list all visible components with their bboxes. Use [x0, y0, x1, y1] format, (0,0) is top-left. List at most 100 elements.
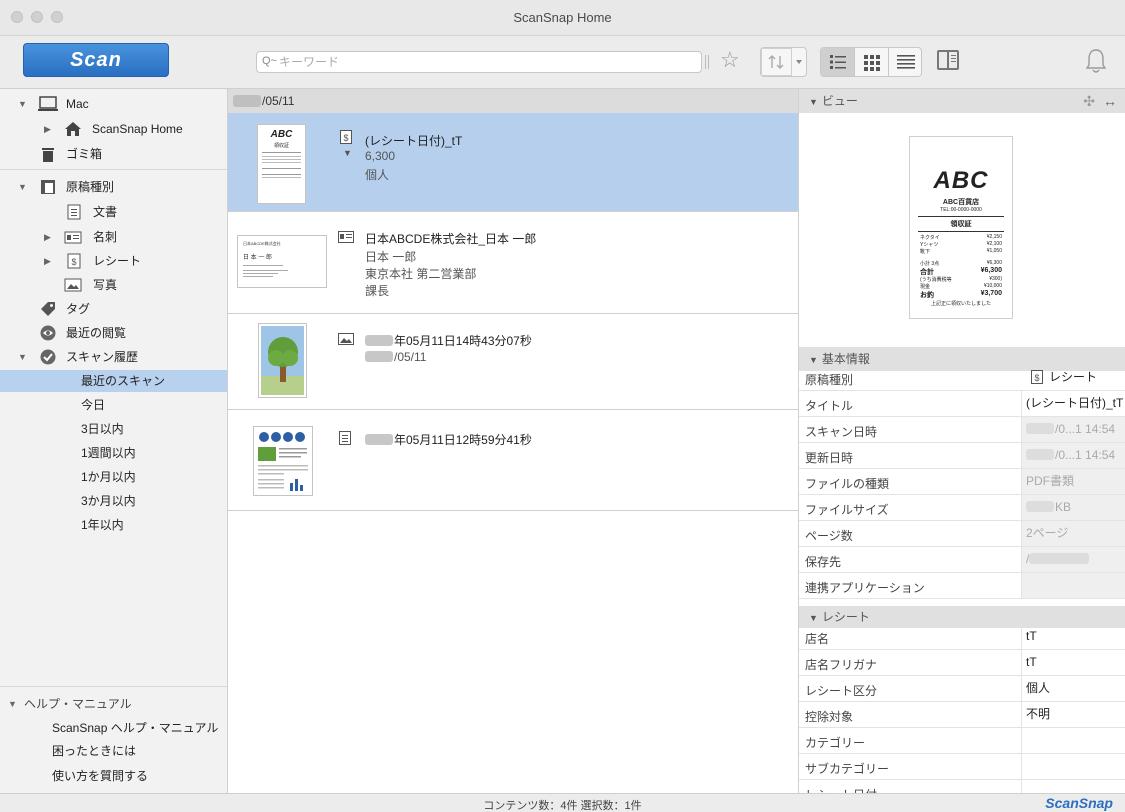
store-name-value[interactable]: tT	[1021, 624, 1125, 649]
help-link-troubleshooting[interactable]: 困ったときには	[0, 740, 227, 762]
sidebar-item-within-3-months[interactable]: 3か月以内	[0, 490, 227, 512]
sidebar-item-label: 名刺	[93, 230, 118, 244]
disclosure-open-icon[interactable]: ▼	[809, 613, 818, 623]
property-label: ファイルの種類	[805, 477, 890, 491]
property-row-linked-app: 連携アプリケーション	[799, 573, 1125, 599]
sidebar-item-label: 写真	[93, 278, 118, 292]
disclosure-closed-icon[interactable]: ▶	[44, 118, 51, 140]
search-input[interactable]	[279, 54, 689, 70]
preview-total: 合計 ¥6,300	[920, 267, 1002, 276]
list-view-icon	[830, 55, 846, 69]
sidebar-item-recently-viewed[interactable]: 最近の閲覧	[0, 322, 227, 344]
recent-view-icon	[40, 325, 56, 341]
property-row-category: カテゴリー	[799, 728, 1125, 754]
disclosure-closed-icon[interactable]: ▶	[44, 250, 51, 272]
sidebar-item-business-cards[interactable]: ▶ 名刺	[0, 226, 227, 248]
receipt-preview[interactable]: ABC ABC百貨店 TEL:00-0000-0000 領収証 ネクタイ ¥2,1…	[909, 136, 1013, 319]
sidebar-item-tags[interactable]: タグ	[0, 298, 227, 320]
search-box[interactable]: Q~	[256, 51, 702, 73]
blurred-year	[233, 95, 261, 107]
expand-pages-icon[interactable]: ▼	[343, 148, 352, 158]
date-group-header: /05/11	[228, 89, 798, 113]
property-row-subcategory: サブカテゴリー	[799, 754, 1125, 780]
document-thumbnail	[253, 426, 313, 496]
doc-type-value[interactable]: $ レシート	[1021, 365, 1125, 390]
preview-cash: 現金 ¥10,000	[920, 283, 1002, 290]
receipt-class-value[interactable]: 個人	[1021, 676, 1125, 701]
toolbar-resize-grip-icon[interactable]	[705, 55, 709, 69]
sidebar-item-receipts[interactable]: ▶ $ レシート	[0, 250, 227, 272]
deductible-value[interactable]: 不明	[1021, 702, 1125, 727]
bell-icon	[1085, 49, 1107, 73]
scan-button[interactable]: Scan	[23, 43, 169, 77]
view-section-header[interactable]: ▼ ビュー ✣ ↔	[799, 89, 1125, 113]
property-label: 原稿種別	[805, 373, 854, 387]
sidebar-item-doc-type[interactable]: ▼ 原稿種別	[0, 176, 227, 198]
move-icon[interactable]: ✣	[1083, 89, 1095, 113]
item-title: 年05月11日12時59分41秒	[365, 431, 532, 448]
disclosure-open-icon[interactable]: ▼	[8, 693, 17, 715]
expand-horizontal-icon[interactable]: ↔	[1103, 89, 1117, 113]
sidebar-item-within-1-month[interactable]: 1か月以内	[0, 466, 227, 488]
favorite-star-icon[interactable]: ☆	[720, 47, 740, 73]
computer-icon	[38, 96, 58, 111]
list-item-document[interactable]: 年05月11日12時59分41秒	[228, 411, 798, 511]
help-link-ask-question[interactable]: 使い方を質問する	[0, 765, 227, 787]
subcategory-value[interactable]	[1021, 754, 1125, 779]
home-icon	[65, 122, 81, 136]
list-item-receipt[interactable]: ABC 領収証 $ ▼ (レシート日付)_tT 6,300 個人	[228, 113, 798, 212]
list-item-business-card[interactable]: 日本ABCDE株式会社 日 本 一 郎 日本ABCDE株式会社_日本 一郎 日本…	[228, 213, 798, 314]
sidebar-item-scan-history[interactable]: ▼ スキャン履歴	[0, 346, 227, 368]
detail-view-button[interactable]	[889, 48, 921, 76]
sidebar-item-documents[interactable]: 文書	[0, 201, 227, 223]
preview-line-item: 靴下 ¥1,050	[920, 248, 1002, 255]
blurred-size	[1026, 501, 1054, 512]
tag-icon	[41, 302, 55, 316]
sidebar-item-help[interactable]: ▼ ヘルプ・マニュアル	[0, 693, 227, 715]
list-item-photo[interactable]: 年05月11日14時43分07秒 /05/11	[228, 315, 798, 410]
sidebar-item-within-1-year[interactable]: 1年以内	[0, 514, 227, 536]
disclosure-open-icon[interactable]: ▼	[809, 97, 818, 107]
item-title-text: 年05月11日12時59分41秒	[394, 433, 532, 447]
category-value[interactable]	[1021, 728, 1125, 753]
business-card-thumbnail: 日本ABCDE株式会社 日 本 一 郎	[237, 235, 327, 288]
preview-change: お釣 ¥3,700	[920, 290, 1002, 299]
sidebar-item-today[interactable]: 今日	[0, 394, 227, 416]
property-row-store-name: 店名 tT	[799, 624, 1125, 650]
sort-button[interactable]	[760, 47, 807, 77]
section-title: レシート	[821, 610, 870, 624]
content-list: /05/11 ABC 領収証 $ ▼ (レシート日付)_tT 6,300 個人	[228, 89, 799, 793]
sidebar-item-label: 文書	[93, 205, 118, 219]
thumbnail-view-button[interactable]	[855, 48, 889, 76]
disclosure-closed-icon[interactable]: ▶	[44, 226, 51, 248]
sidebar-item-within-1-week[interactable]: 1週間以内	[0, 442, 227, 464]
property-label: タイトル	[805, 399, 854, 413]
sidebar-item-mac[interactable]: ▼ Mac	[0, 93, 227, 115]
sidebar-item-label: ゴミ箱	[66, 147, 103, 161]
disclosure-open-icon[interactable]: ▼	[809, 355, 818, 365]
updated-datetime-value: /0...1 14:54	[1021, 443, 1125, 468]
sidebar-divider	[0, 686, 227, 687]
list-view-button[interactable]	[821, 48, 855, 76]
notification-bell-icon[interactable]	[1084, 47, 1108, 81]
sidebar-item-scansnap-home[interactable]: ▶ ScanSnap Home	[0, 118, 227, 140]
property-row-save-location: 保存先 /	[799, 547, 1125, 573]
sidebar-item-label: 困ったときには	[52, 744, 137, 758]
disclosure-open-icon[interactable]: ▼	[18, 346, 27, 368]
toggle-panel-icon[interactable]	[937, 50, 959, 70]
sidebar-item-photos[interactable]: 写真	[0, 274, 227, 296]
date-group-label: /05/11	[262, 94, 295, 108]
property-row-updated-datetime: 更新日時 /0...1 14:54	[799, 443, 1125, 469]
checkmark-circle-icon	[40, 349, 56, 365]
sidebar-item-recent-scans[interactable]: 最近のスキャン	[0, 370, 227, 392]
sidebar-item-trash[interactable]: ゴミ箱	[0, 143, 227, 165]
disclosure-open-icon[interactable]: ▼	[18, 93, 27, 115]
sidebar-item-within-3-days[interactable]: 3日以内	[0, 418, 227, 440]
store-furigana-value[interactable]: tT	[1021, 650, 1125, 675]
item-title: 年05月11日14時43分07秒	[365, 332, 532, 349]
search-icon[interactable]: Q~	[262, 55, 277, 67]
title-value[interactable]: (レシート日付)_tT	[1021, 391, 1125, 416]
help-link-manual[interactable]: ScanSnap ヘルプ・マニュアル	[0, 717, 227, 739]
disclosure-open-icon[interactable]: ▼	[18, 176, 27, 198]
svg-text:$: $	[71, 257, 76, 267]
